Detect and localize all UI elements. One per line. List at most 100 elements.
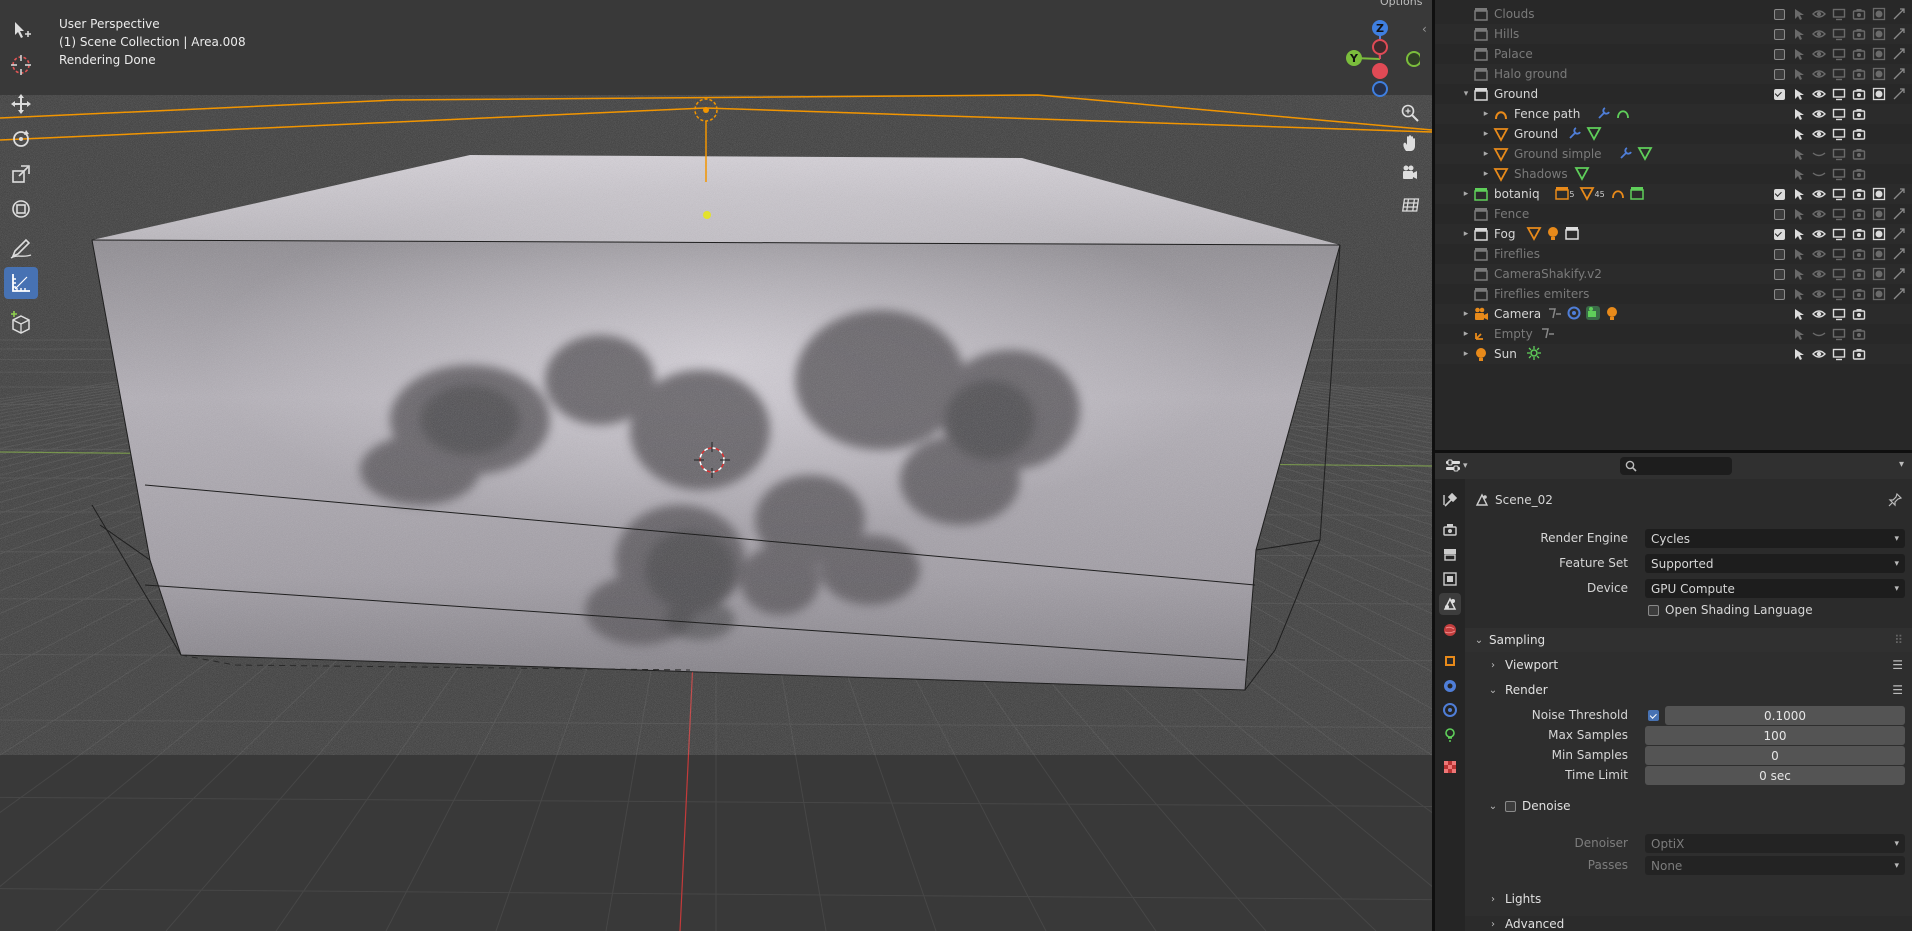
select-toggle-icon[interactable] <box>1789 4 1809 24</box>
render-camera-icon[interactable] <box>1849 4 1869 24</box>
indirect-only-icon[interactable] <box>1889 24 1909 44</box>
passes-dropdown[interactable]: None ▾ <box>1645 856 1905 875</box>
render-camera-icon[interactable] <box>1849 24 1869 44</box>
osl-checkbox-row[interactable]: Open Shading Language <box>1648 603 1813 617</box>
presets-list-icon[interactable]: ☰ <box>1892 683 1903 697</box>
outliner-row[interactable]: ▸ Shadows <box>1435 164 1912 184</box>
select-toggle-icon[interactable] <box>1789 284 1809 304</box>
viewport-monitor-icon[interactable] <box>1829 24 1849 44</box>
indirect-only-icon[interactable] <box>1889 84 1909 104</box>
visibility-eye-icon[interactable] <box>1809 244 1829 264</box>
render-camera-icon[interactable] <box>1849 324 1869 344</box>
header-options-icon[interactable]: ▾ <box>1899 459 1904 470</box>
collection-orange-icon[interactable] <box>1554 185 1570 204</box>
outliner-row[interactable]: Hills <box>1435 24 1912 44</box>
wrench-icon[interactable] <box>1567 125 1583 144</box>
holdout-icon[interactable] <box>1869 24 1889 44</box>
render-camera-icon[interactable] <box>1849 284 1869 304</box>
holdout-icon[interactable] <box>1869 44 1889 64</box>
render-camera-icon[interactable] <box>1849 244 1869 264</box>
holdout-icon[interactable] <box>1869 264 1889 284</box>
holdout-icon[interactable] <box>1869 224 1889 244</box>
expand-right-icon[interactable]: ▸ <box>1461 329 1471 339</box>
object-tab[interactable] <box>1439 650 1461 672</box>
outliner-row-name[interactable]: Fireflies <box>1494 247 1540 261</box>
output-tab[interactable] <box>1439 543 1461 565</box>
viewport-monitor-icon[interactable] <box>1829 4 1849 24</box>
sampling-panel-header[interactable]: ⌄ Sampling ⠿ <box>1465 628 1912 652</box>
outliner-row-name[interactable]: Fireflies emiters <box>1494 287 1589 301</box>
outliner-row-name[interactable]: botaniq <box>1494 187 1540 201</box>
select-toggle-icon[interactable] <box>1789 104 1809 124</box>
viewport-monitor-icon[interactable] <box>1829 244 1849 264</box>
render-camera-icon[interactable] <box>1849 164 1869 184</box>
exclude-checkbox[interactable] <box>1769 284 1789 304</box>
viewport-monitor-icon[interactable] <box>1829 124 1849 144</box>
presets-list-icon[interactable]: ☰ <box>1892 658 1903 672</box>
exclude-checkbox[interactable] <box>1769 64 1789 84</box>
denoise-subpanel-header[interactable]: ⌄ Denoise <box>1465 794 1912 818</box>
drag-grip-icon[interactable]: ⠿ <box>1894 633 1903 647</box>
options-tab[interactable]: Options <box>1380 0 1422 8</box>
outliner-row[interactable]: ▸ Camera <box>1435 304 1912 324</box>
3d-viewport[interactable]: User Perspective (1) Scene Collection | … <box>0 0 1432 931</box>
visibility-eye-icon[interactable] <box>1809 224 1829 244</box>
noise-threshold-checkbox[interactable] <box>1648 710 1659 721</box>
outliner-row-name[interactable]: Ground <box>1514 127 1558 141</box>
ortho-grid-icon[interactable] <box>1396 191 1424 219</box>
visibility-eye-icon[interactable] <box>1809 124 1829 144</box>
viewport-monitor-icon[interactable] <box>1829 144 1849 164</box>
outliner-row[interactable]: ▸ botaniq 5 45 <box>1435 184 1912 204</box>
light-orange-icon[interactable] <box>1545 225 1561 244</box>
outliner-row[interactable]: ▸ Fence path <box>1435 104 1912 124</box>
visibility-eye-icon[interactable] <box>1809 104 1829 124</box>
curve-data-icon[interactable] <box>1615 105 1631 124</box>
select-toggle-icon[interactable] <box>1789 144 1809 164</box>
visibility-eye-icon[interactable] <box>1809 144 1829 164</box>
mesh-data-icon[interactable] <box>1574 165 1590 184</box>
select-toggle-icon[interactable] <box>1789 304 1809 324</box>
select-toggle-icon[interactable] <box>1789 164 1809 184</box>
viewport-monitor-icon[interactable] <box>1829 104 1849 124</box>
expand-right-icon[interactable]: ▸ <box>1461 309 1471 319</box>
render-camera-icon[interactable] <box>1849 224 1869 244</box>
outliner-row[interactable]: Fence <box>1435 204 1912 224</box>
curve-orange-icon[interactable] <box>1610 185 1626 204</box>
render-camera-icon[interactable] <box>1849 84 1869 104</box>
texture-tab[interactable] <box>1439 756 1461 778</box>
constraint-icon[interactable] <box>1540 325 1556 344</box>
time-limit-field[interactable]: 0 sec <box>1645 766 1905 785</box>
measure-icon[interactable] <box>4 267 38 299</box>
outliner-row[interactable]: ▾ Ground <box>1435 84 1912 104</box>
exclude-checkbox[interactable] <box>1769 244 1789 264</box>
particles-tab[interactable] <box>1439 699 1461 721</box>
visibility-eye-icon[interactable] <box>1809 344 1829 364</box>
expand-right-icon[interactable]: ▸ <box>1481 169 1491 179</box>
indirect-only-icon[interactable] <box>1889 44 1909 64</box>
render-camera-icon[interactable] <box>1849 104 1869 124</box>
wrench-icon[interactable] <box>1596 105 1612 124</box>
pan-hand-icon[interactable] <box>1396 129 1424 157</box>
visibility-eye-icon[interactable] <box>1809 84 1829 104</box>
render-camera-icon[interactable] <box>1849 204 1869 224</box>
light-orange-icon[interactable] <box>1604 305 1620 324</box>
cursor-icon[interactable] <box>4 49 38 81</box>
holdout-icon[interactable] <box>1869 284 1889 304</box>
select-toggle-icon[interactable] <box>1789 84 1809 104</box>
constraint-icon[interactable] <box>1547 305 1563 324</box>
world-tab[interactable] <box>1439 619 1461 641</box>
render-camera-icon[interactable] <box>1849 144 1869 164</box>
modifier-blue-icon[interactable] <box>1566 305 1582 324</box>
holdout-icon[interactable] <box>1869 184 1889 204</box>
move-icon[interactable] <box>4 88 38 120</box>
select-toggle-icon[interactable] <box>1789 224 1809 244</box>
viewport-monitor-icon[interactable] <box>1829 44 1849 64</box>
visibility-eye-icon[interactable] <box>1809 24 1829 44</box>
wrench-icon[interactable] <box>1618 145 1634 164</box>
max-samples-field[interactable]: 100 <box>1645 726 1905 745</box>
select-toggle-icon[interactable] <box>1789 344 1809 364</box>
visibility-eye-icon[interactable] <box>1809 164 1829 184</box>
indirect-only-icon[interactable] <box>1889 64 1909 84</box>
outliner-row-name[interactable]: Shadows <box>1514 167 1568 181</box>
expand-right-icon[interactable]: ▸ <box>1481 109 1491 119</box>
